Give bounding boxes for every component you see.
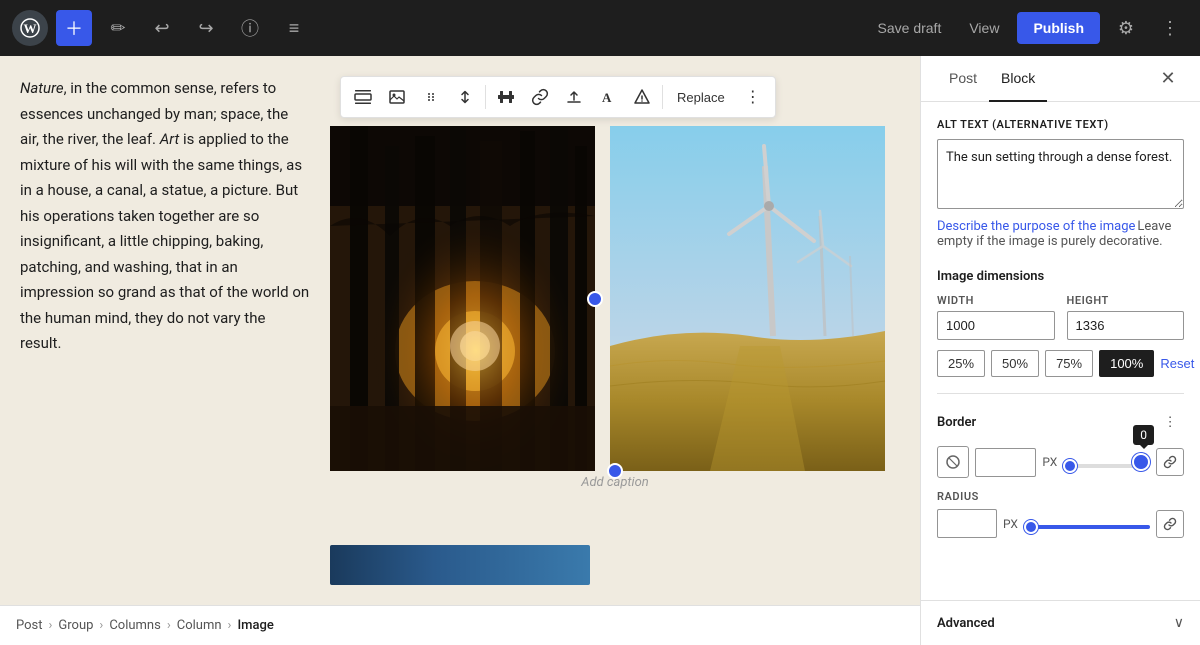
bottom-thumbnail [330,545,590,585]
breadcrumb-sep-3: › [167,618,171,633]
height-input[interactable] [1067,311,1185,340]
width-input[interactable] [937,311,1055,340]
view-button[interactable]: View [959,14,1009,42]
alt-text-input[interactable]: The sun setting through a dense forest. [937,139,1184,209]
editor-content: Nature, in the common sense, refers to e… [0,56,920,605]
text-button[interactable]: A [592,81,624,113]
info-button[interactable]: ⓘ [232,10,268,46]
more-toolbar-button[interactable]: ⋮ [737,81,769,113]
resize-handle-bottom[interactable] [607,463,623,479]
breadcrumb-sep-1: › [49,618,53,633]
pct-100-button[interactable]: 100% [1099,350,1154,377]
panel-body: ALT TEXT (ALTERNATIVE TEXT) The sun sett… [921,102,1200,600]
breadcrumb-sep-4: › [228,618,232,633]
list-view-button[interactable]: ≡ [276,10,312,46]
reset-button[interactable]: Reset [1160,351,1194,376]
breadcrumb: Post › Group › Columns › Column › Image [0,605,920,645]
breadcrumb-sep-2: › [99,618,103,633]
images-grid [330,126,900,471]
border-width-input[interactable] [975,448,1036,477]
breadcrumb-image[interactable]: Image [237,618,273,633]
border-slider-container: 0 [1063,453,1150,472]
publish-button[interactable]: Publish [1017,12,1100,44]
advanced-label: Advanced [937,616,995,631]
border-label: Border [937,415,976,430]
breadcrumb-group[interactable]: Group [58,618,93,633]
chevron-down-icon: ∨ [1174,615,1184,631]
dim-row: WIDTH HEIGHT [937,294,1184,340]
wide-align-button[interactable] [347,81,379,113]
upload-button[interactable] [558,81,590,113]
border-color-button[interactable] [937,446,969,478]
resize-handle-right[interactable] [587,291,603,307]
redo-button[interactable]: ↪ [188,10,224,46]
dimensions-label: Image dimensions [937,269,1184,284]
radius-section: RADIUS PX [937,490,1184,538]
width-field: WIDTH [937,294,1055,340]
radius-row: PX [937,509,1184,538]
radius-px-label: PX [1003,517,1018,531]
image-icon-button[interactable] [381,81,413,113]
drag-handle-button[interactable] [415,81,447,113]
border-link-button[interactable] [1156,448,1184,476]
undo-button[interactable]: ↩ [144,10,180,46]
toolbar-divider [485,85,486,109]
radius-link-button[interactable] [1156,510,1184,538]
pct-75-button[interactable]: 75% [1045,350,1093,377]
align-button[interactable] [490,81,522,113]
describe-link[interactable]: Describe the purpose of the image [937,219,1135,234]
tab-post[interactable]: Post [937,56,989,102]
slider-tooltip: 0 [1133,425,1154,445]
wp-logo[interactable]: W [12,10,48,46]
advanced-section[interactable]: Advanced ∨ [921,600,1200,645]
arrow-up-down-button[interactable] [449,81,481,113]
windmill-image [595,126,900,471]
more-options-button[interactable]: ⋮ [1152,10,1188,46]
breadcrumb-post[interactable]: Post [16,618,43,633]
save-draft-button[interactable]: Save draft [868,14,952,42]
text-column: Nature, in the common sense, refers to e… [20,76,330,537]
panel-close-button[interactable]: ✕ [1152,63,1184,95]
forest-image [330,126,595,471]
radius-input[interactable] [937,509,997,538]
topbar: W ＋ ✏ ↩ ↪ ⓘ ≡ Save draft View Publish ⚙ … [0,0,1200,56]
image-dimensions-section: Image dimensions WIDTH HEIGHT 25% 50% 75… [937,269,1184,377]
pct-50-button[interactable]: 50% [991,350,1039,377]
width-label: WIDTH [937,294,1055,307]
border-more-button[interactable]: ⋮ [1156,408,1184,436]
alt-text-label: ALT TEXT (ALTERNATIVE TEXT) [937,118,1184,131]
panel-tabs: Post Block ✕ [921,56,1200,102]
breadcrumb-column[interactable]: Column [177,618,222,633]
pct-25-button[interactable]: 25% [937,350,985,377]
radius-slider[interactable] [1024,525,1150,529]
editor-area: Nature, in the common sense, refers to e… [0,56,920,645]
main-area: Nature, in the common sense, refers to e… [0,56,1200,645]
svg-text:A: A [602,90,612,105]
toolbar-divider-2 [662,85,663,109]
link-button[interactable] [524,81,556,113]
add-block-button[interactable]: ＋ [56,10,92,46]
image-column: A Replace ⋮ [330,76,900,537]
breadcrumb-columns[interactable]: Columns [109,618,161,633]
height-field: HEIGHT [1067,294,1185,340]
percent-buttons: 25% 50% 75% 100% Reset [937,350,1184,377]
tab-block[interactable]: Block [989,56,1047,102]
radius-label: RADIUS [937,490,1184,503]
article-text: Nature, in the common sense, refers to e… [20,76,310,357]
tools-button[interactable]: ✏ [100,10,136,46]
replace-button[interactable]: Replace [667,81,735,113]
right-panel: Post Block ✕ ALT TEXT (ALTERNATIVE TEXT)… [920,56,1200,645]
warning-button[interactable] [626,81,658,113]
image-block-toolbar: A Replace ⋮ [340,76,776,118]
height-label: HEIGHT [1067,294,1185,307]
settings-button[interactable]: ⚙ [1108,10,1144,46]
border-slider[interactable] [1063,464,1150,468]
border-input-row: PX 0 [937,446,1184,478]
content-columns: Nature, in the common sense, refers to e… [0,76,920,537]
border-px-label: PX [1042,455,1057,469]
radius-slider-container [1024,514,1150,533]
svg-text:W: W [24,21,37,36]
